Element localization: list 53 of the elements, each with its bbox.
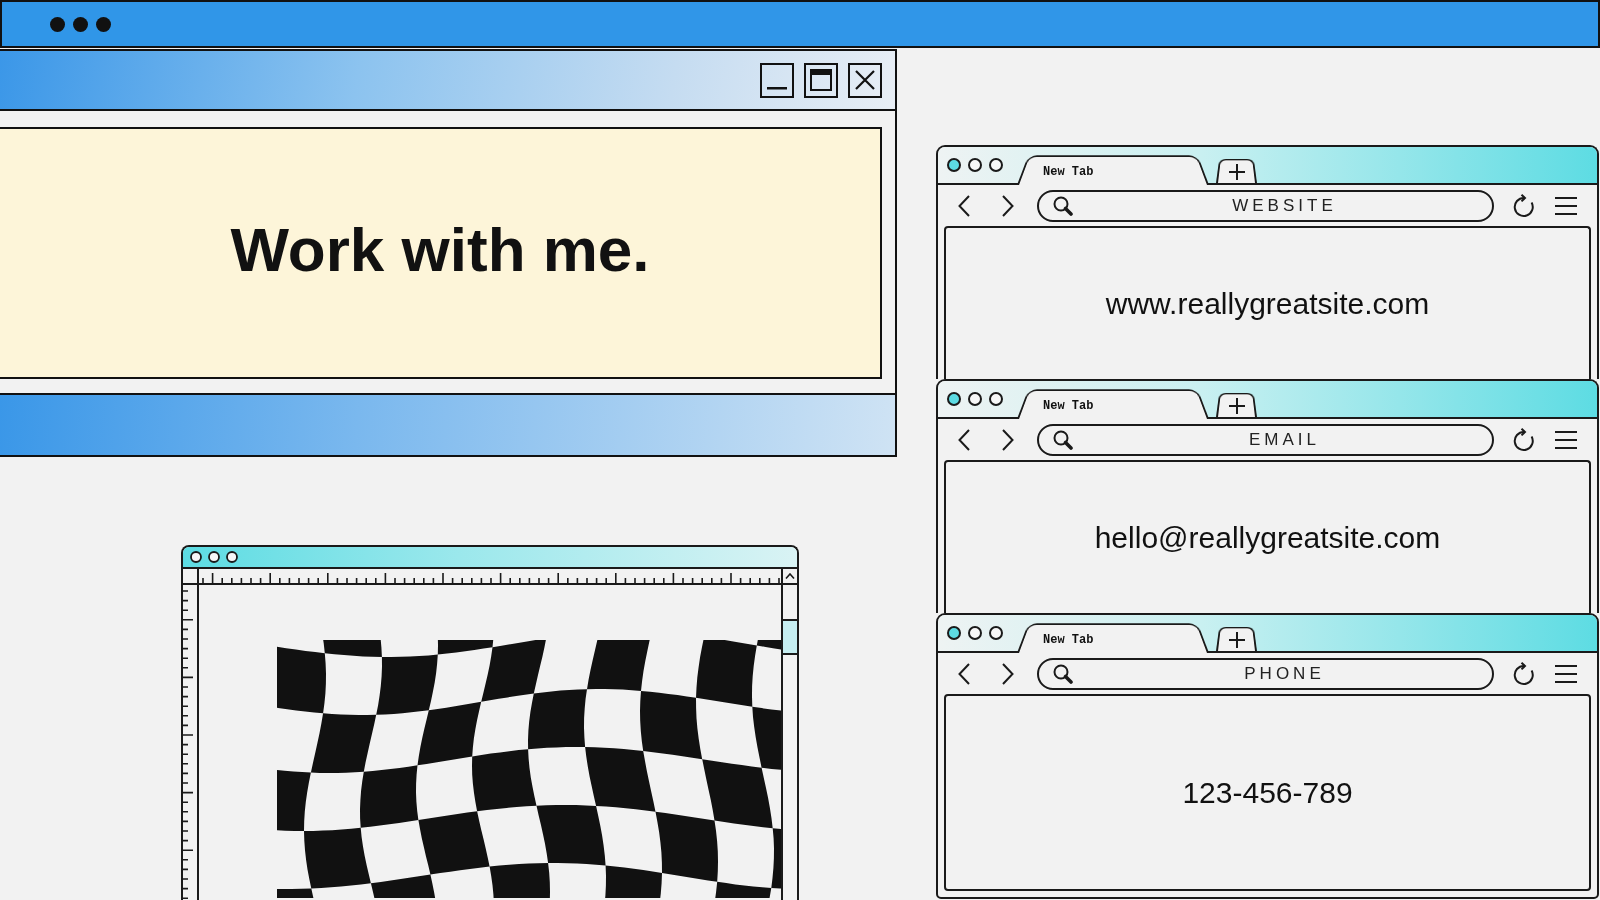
- chevron-left-icon[interactable]: [958, 428, 970, 451]
- search-icon: [1053, 195, 1073, 216]
- dot-icon: [73, 16, 88, 32]
- browser-tab[interactable]: New Tab: [1017, 151, 1209, 185]
- chevron-right-icon[interactable]: [1002, 662, 1014, 685]
- dot-icon[interactable]: [947, 158, 961, 172]
- dot-icon[interactable]: [968, 392, 982, 406]
- caret-up-icon: [785, 573, 795, 579]
- contact-text: www.reallygreatsite.com: [1105, 286, 1430, 321]
- dot-icon[interactable]: [989, 158, 1003, 172]
- browser-tab[interactable]: New Tab: [1017, 619, 1209, 653]
- dot-icon[interactable]: [947, 392, 961, 406]
- dot-icon: [50, 16, 65, 32]
- dot-icon[interactable]: [226, 551, 238, 563]
- dot-icon[interactable]: [968, 158, 982, 172]
- contact-text: 123-456-789: [1182, 775, 1353, 810]
- reload-icon[interactable]: [1511, 427, 1535, 452]
- chevron-right-icon[interactable]: [1002, 194, 1014, 217]
- reload-icon[interactable]: [1511, 661, 1535, 686]
- scroll-up-button[interactable]: [781, 569, 797, 583]
- menu-icon[interactable]: [1555, 664, 1577, 683]
- menu-icon[interactable]: [1555, 430, 1577, 449]
- scrollbar[interactable]: [781, 585, 797, 900]
- chevron-left-icon[interactable]: [958, 662, 970, 685]
- dot-icon[interactable]: [989, 392, 1003, 406]
- dot-icon[interactable]: [190, 551, 202, 563]
- plus-icon: [1228, 398, 1245, 414]
- address-bar[interactable]: EMAIL: [1037, 423, 1494, 456]
- browser-tab[interactable]: New Tab: [1017, 385, 1209, 419]
- scrollbar-thumb[interactable]: [783, 619, 797, 655]
- maximize-icon: [810, 69, 832, 91]
- minimize-button[interactable]: [760, 62, 794, 98]
- reload-icon[interactable]: [1511, 193, 1535, 218]
- dot-icon[interactable]: [968, 626, 982, 640]
- dot-icon[interactable]: [947, 626, 961, 640]
- dot-icon: [96, 16, 111, 32]
- maximize-button[interactable]: [804, 62, 838, 98]
- plus-icon: [1228, 632, 1245, 648]
- plus-icon: [1228, 164, 1245, 180]
- contact-text: hello@reallygreatsite.com: [1094, 520, 1441, 555]
- chevron-right-icon[interactable]: [1002, 428, 1014, 451]
- dot-icon[interactable]: [208, 551, 220, 563]
- search-icon: [1053, 429, 1073, 450]
- chevron-left-icon[interactable]: [958, 194, 970, 217]
- close-icon: [855, 70, 875, 90]
- close-button[interactable]: [848, 62, 882, 98]
- address-bar[interactable]: WEBSITE: [1037, 189, 1494, 222]
- dot-icon[interactable]: [989, 626, 1003, 640]
- address-bar[interactable]: PHONE: [1037, 657, 1494, 690]
- minimize-icon: [767, 86, 787, 90]
- search-icon: [1053, 663, 1073, 684]
- heading: Work with me.: [230, 215, 650, 285]
- menu-icon[interactable]: [1555, 196, 1577, 215]
